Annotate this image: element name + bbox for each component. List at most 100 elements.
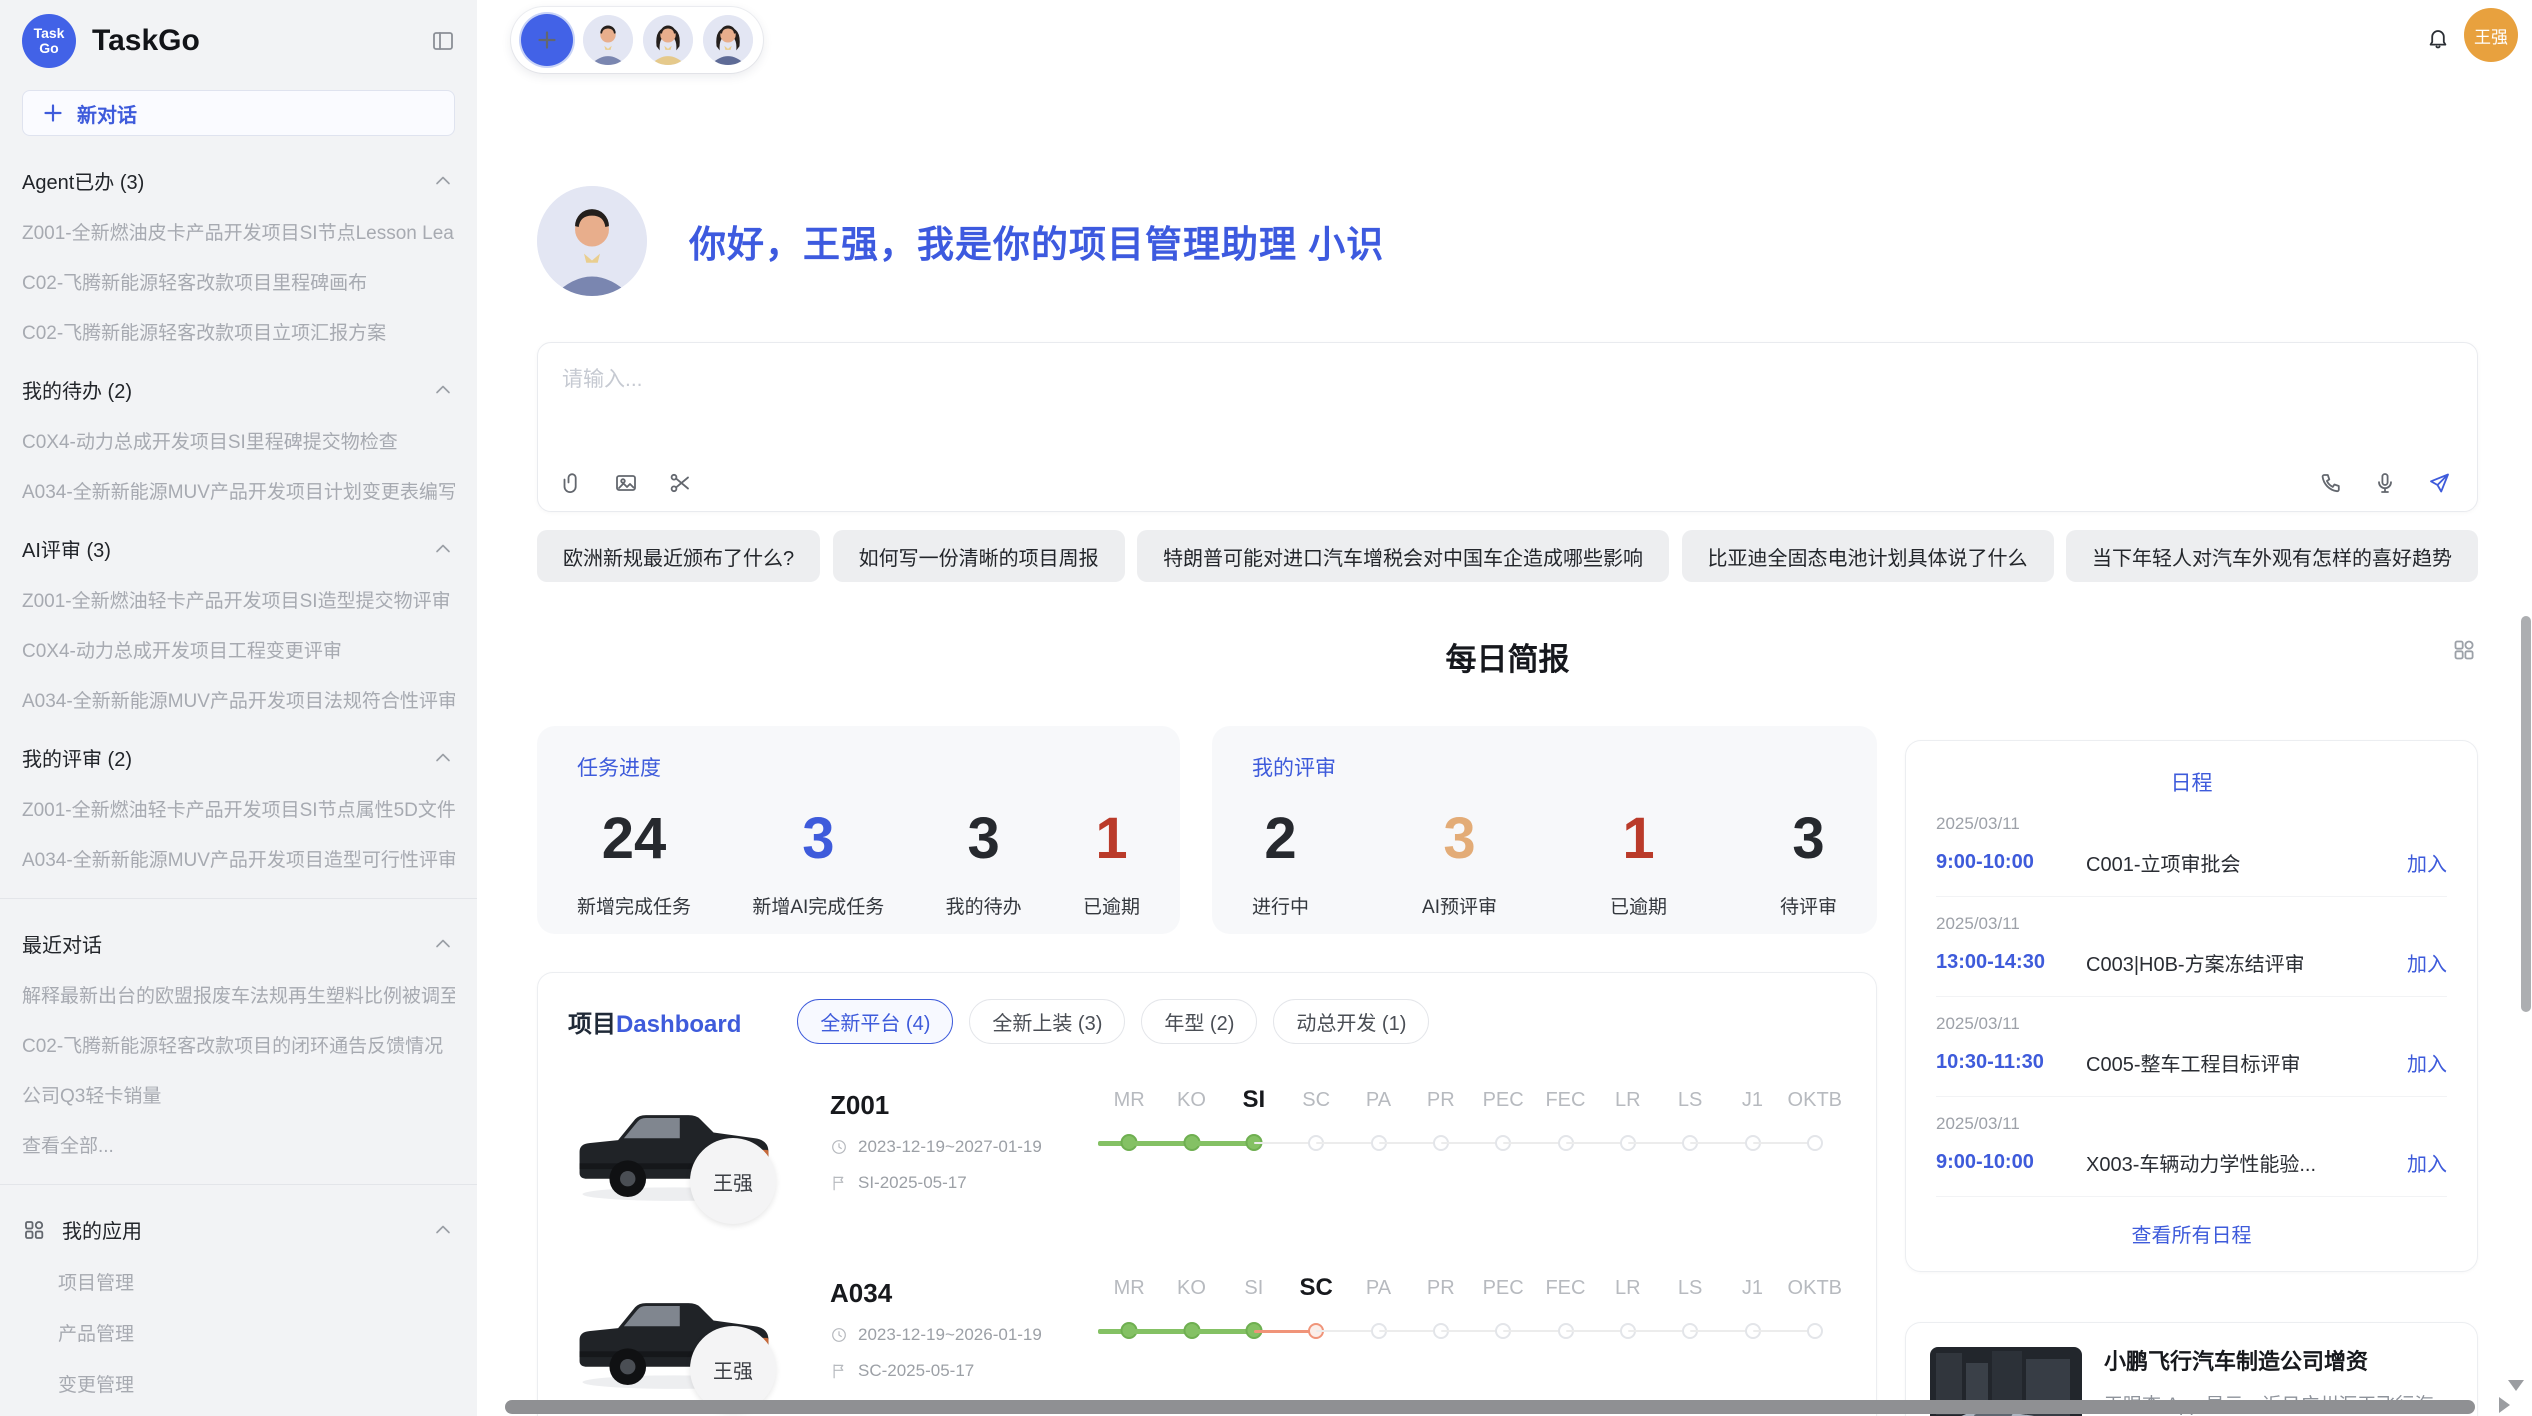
- logo-text-top: Task: [34, 26, 65, 41]
- scissors-icon[interactable]: [668, 471, 692, 495]
- chevron-up-icon[interactable]: [431, 932, 455, 956]
- suggestion-chip[interactable]: 欧洲新规最近颁布了什么?: [537, 530, 820, 582]
- sidebar-app-item[interactable]: 产品管理: [0, 1319, 477, 1346]
- project-owner-badge: 王强: [690, 1138, 776, 1224]
- join-link[interactable]: 加入: [2407, 1148, 2447, 1177]
- attachment-icon[interactable]: [560, 471, 584, 495]
- stat-value: 1: [1622, 808, 1654, 870]
- join-link[interactable]: 加入: [2407, 848, 2447, 877]
- view-all-schedule-link[interactable]: 查看所有日程: [1936, 1219, 2447, 1248]
- stat: 3待评审: [1780, 808, 1837, 919]
- sidebar-item[interactable]: C02-飞腾新能源轻客改款项目里程碑画布: [22, 268, 455, 295]
- recent-conversation-item[interactable]: 公司Q3轻卡销量: [22, 1081, 455, 1108]
- stat: 3新增AI完成任务: [752, 808, 884, 919]
- layout-grid-icon[interactable]: [2452, 638, 2476, 662]
- project-row[interactable]: 王强A0342023-12-19~2026-01-19SC-2025-05-17…: [568, 1268, 1846, 1416]
- my-apps-header[interactable]: 我的应用: [0, 1215, 477, 1244]
- chevron-up-icon[interactable]: [431, 537, 455, 561]
- chevron-up-icon[interactable]: [431, 378, 455, 402]
- sidebar-item[interactable]: Z001-全新燃油轻卡产品开发项目SI节点属性5D文件评审: [22, 795, 455, 822]
- suggestion-chip[interactable]: 比亚迪全固态电池计划具体说了什么: [1682, 530, 2054, 582]
- sidebar-sections: Agent已办 (3) Z001-全新燃油皮卡产品开发项目SI节点Lesson L…: [0, 166, 477, 872]
- schedule-item: 2025/03/11 9:00-10:00C001-立项审批会加入: [1936, 797, 2447, 897]
- phone-icon[interactable]: [2319, 471, 2343, 495]
- milestone-label: OKTB: [1784, 1084, 1846, 1116]
- recent-items: 解释最新出台的欧盟报废车法规再生塑料比例被调至15%... C02-飞腾新能源轻客…: [0, 981, 477, 1158]
- sidebar-section-header[interactable]: 我的评审 (2): [0, 743, 477, 772]
- project-flag: SC-2025-05-17: [830, 1361, 1098, 1381]
- member-avatar[interactable]: [703, 15, 753, 65]
- dashboard-tab[interactable]: 年型 (2): [1141, 999, 1257, 1044]
- sidebar: Task Go TaskGo 新对话 Agent已办 (3)Z001-全新燃油皮…: [0, 0, 477, 1416]
- view-all-link[interactable]: 查看全部...: [22, 1131, 455, 1158]
- stats-row: 任务进度 24新增完成任务3新增AI完成任务3我的待办1已逾期 我的评审 2进行…: [537, 726, 1877, 934]
- sidebar-item[interactable]: A034-全新新能源MUV产品开发项目造型可行性评审: [22, 845, 455, 872]
- milestone-label: PR: [1410, 1272, 1472, 1304]
- clock-icon: [830, 1326, 848, 1344]
- scroll-right-arrow-icon[interactable]: [2499, 1397, 2510, 1413]
- milestone-connector: [1753, 1330, 1815, 1332]
- chat-input[interactable]: [538, 343, 2477, 443]
- user-avatar[interactable]: 王强: [2464, 8, 2518, 62]
- sidebar-section-header[interactable]: 我的待办 (2): [0, 375, 477, 404]
- vertical-scrollbar[interactable]: [2521, 616, 2531, 1012]
- milestone-label: MR: [1098, 1084, 1160, 1116]
- scroll-down-arrow-icon[interactable]: [2508, 1380, 2524, 1391]
- chevron-up-icon[interactable]: [431, 169, 455, 193]
- sidebar-item[interactable]: Z001-全新燃油皮卡产品开发项目SI节点Lesson Learn报告: [22, 218, 455, 245]
- suggestion-chip[interactable]: 当下年轻人对汽车外观有怎样的喜好趋势: [2066, 530, 2478, 582]
- schedule-event-title: C003|H0B-方案冻结评审: [2086, 948, 2395, 977]
- schedule-title: 日程: [1936, 767, 2447, 797]
- divider: [0, 898, 477, 899]
- sidebar-collapse-icon[interactable]: [431, 29, 455, 53]
- dashboard-tab[interactable]: 动总开发 (1): [1273, 999, 1429, 1044]
- sidebar-section-header[interactable]: AI评审 (3): [0, 534, 477, 563]
- image-icon[interactable]: [614, 471, 638, 495]
- sidebar-item[interactable]: C0X4-动力总成开发项目SI里程碑提交物检查: [22, 427, 455, 454]
- sidebar-app-item[interactable]: 变更管理: [0, 1370, 477, 1397]
- recent-conversation-item[interactable]: C02-飞腾新能源轻客改款项目的闭环通告反馈情况: [22, 1031, 455, 1058]
- horizontal-scrollbar[interactable]: [505, 1400, 2475, 1414]
- suggestion-chip[interactable]: 特朗普可能对进口汽车增税会对中国车企造成哪些影响: [1137, 530, 1669, 582]
- sidebar-item[interactable]: C02-飞腾新能源轻客改款项目立项汇报方案: [22, 318, 455, 345]
- stat-label: 新增完成任务: [577, 892, 691, 919]
- schedule-card: 日程 2025/03/119:00-10:00C001-立项审批会加入2025/…: [1905, 740, 2478, 1272]
- join-link[interactable]: 加入: [2407, 948, 2447, 977]
- new-chat-button[interactable]: 新对话: [22, 90, 455, 136]
- dashboard-tab[interactable]: 全新上装 (3): [969, 999, 1125, 1044]
- send-icon[interactable]: [2427, 471, 2451, 495]
- sidebar-item[interactable]: A034-全新新能源MUV产品开发项目计划变更表编写: [22, 477, 455, 504]
- milestone-label: PA: [1347, 1272, 1409, 1304]
- task-progress-card: 任务进度 24新增完成任务3新增AI完成任务3我的待办1已逾期: [537, 726, 1180, 934]
- schedule-date: 2025/03/11: [1936, 914, 2447, 934]
- plus-icon: [41, 101, 65, 125]
- sidebar-section-header[interactable]: Agent已办 (3): [0, 166, 477, 195]
- stat-value: 3: [802, 808, 834, 870]
- sidebar-app-item[interactable]: 项目管理: [0, 1268, 477, 1295]
- sidebar-item[interactable]: A034-全新新能源MUV产品开发项目法规符合性评审: [22, 686, 455, 713]
- milestone-dots: [1098, 1320, 1846, 1342]
- milestone-label: SC: [1285, 1084, 1347, 1116]
- milestone-connector: [1628, 1330, 1690, 1332]
- join-link[interactable]: 加入: [2407, 1048, 2447, 1077]
- mic-icon[interactable]: [2373, 471, 2397, 495]
- add-member-button[interactable]: [521, 14, 573, 66]
- project-row[interactable]: 王强Z0012023-12-19~2027-01-19SI-2025-05-17…: [568, 1080, 1846, 1232]
- input-tools-left: [560, 471, 692, 495]
- member-avatar[interactable]: [643, 15, 693, 65]
- schedule-row: 9:00-10:00C001-立项审批会加入: [1936, 848, 2447, 877]
- project-dashboard-card: 项目Dashboard 全新平台 (4)全新上装 (3)年型 (2)动总开发 (…: [537, 972, 1877, 1416]
- milestone-label: LS: [1659, 1272, 1721, 1304]
- notification-bell-icon[interactable]: [2426, 26, 2450, 50]
- chevron-up-icon[interactable]: [431, 746, 455, 770]
- member-avatar[interactable]: [583, 15, 633, 65]
- schedule-date: 2025/03/11: [1936, 814, 2447, 834]
- sidebar-item[interactable]: Z001-全新燃油轻卡产品开发项目SI造型提交物评审: [22, 586, 455, 613]
- sidebar-item[interactable]: C0X4-动力总成开发项目工程变更评审: [22, 636, 455, 663]
- dashboard-tab[interactable]: 全新平台 (4): [797, 999, 953, 1044]
- stat-label: AI预评审: [1422, 892, 1497, 919]
- recent-section-header[interactable]: 最近对话: [0, 929, 477, 958]
- chevron-up-icon[interactable]: [431, 1218, 455, 1242]
- suggestion-chip[interactable]: 如何写一份清晰的项目周报: [833, 530, 1125, 582]
- recent-conversation-item[interactable]: 解释最新出台的欧盟报废车法规再生塑料比例被调至15%...: [22, 981, 455, 1008]
